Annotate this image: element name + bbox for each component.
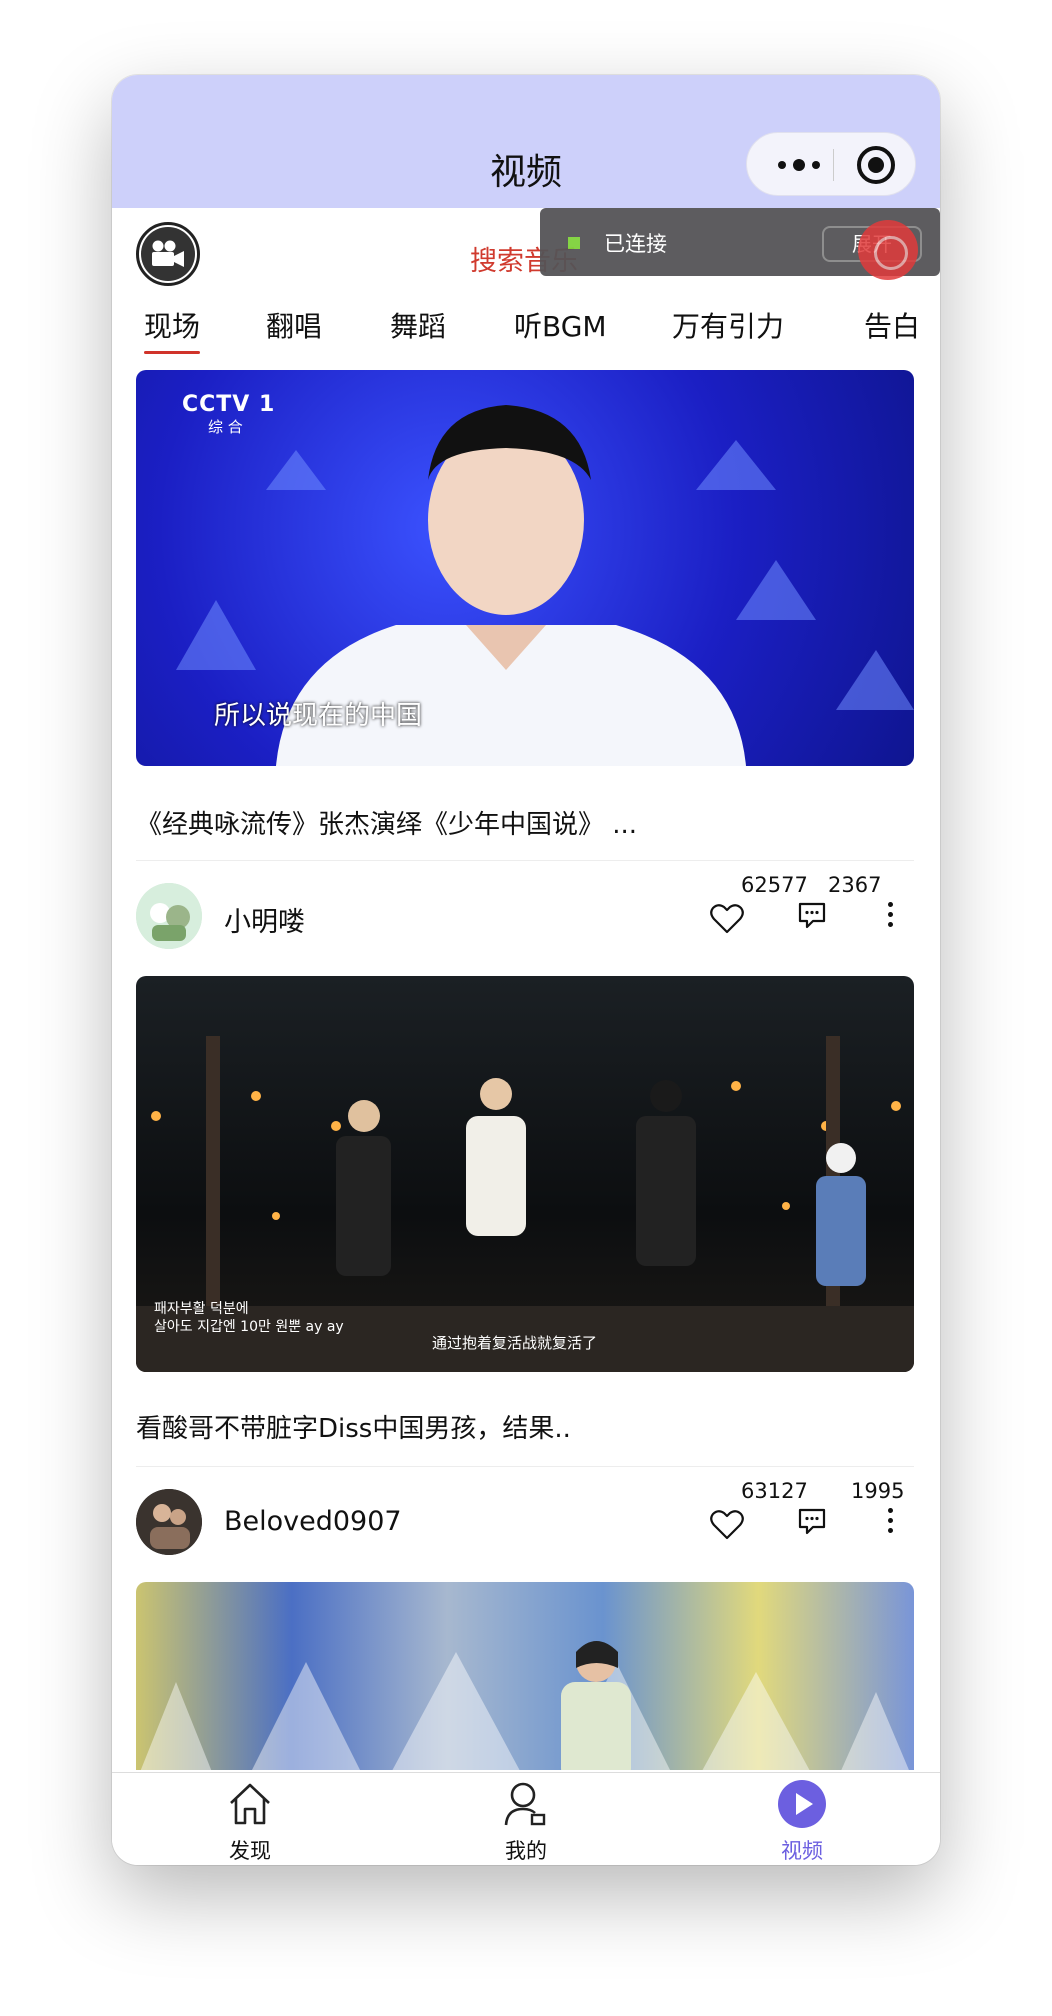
comment-icon[interactable]: [796, 900, 828, 932]
more-vertical-icon[interactable]: [888, 1508, 894, 1538]
tab-gravity[interactable]: 万有引力: [672, 305, 784, 345]
tab-bgm[interactable]: 听BGM: [514, 305, 607, 345]
video-subtitle-overlay: 所以说现在的中国: [214, 701, 423, 731]
user-icon: [504, 1782, 546, 1826]
username[interactable]: Beloved0907: [224, 1506, 402, 1537]
tab-dance[interactable]: 舞蹈: [390, 305, 446, 345]
tab-cover[interactable]: 翻唱: [266, 305, 322, 345]
channel-logo-sub: 综 合: [208, 418, 243, 436]
bottom-tab-bar: 发现 我的 视频: [112, 1772, 940, 1865]
like-count: 63127: [741, 1479, 808, 1503]
tabbar-label: 我的: [505, 1839, 547, 1863]
tab-confession[interactable]: 告白: [864, 305, 920, 345]
avatar-illustration: [136, 883, 202, 949]
comment-icon[interactable]: [796, 1506, 828, 1538]
miniprogram-capsule: [746, 132, 916, 196]
avatar[interactable]: [136, 883, 202, 949]
video-thumbnail[interactable]: 패자부활 덕분에 살아도 지갑엔 10만 원뿐 ay ay 通过抱着复活战就复活…: [136, 976, 914, 1372]
video-camera-icon-inner: [141, 227, 195, 281]
divider: [136, 860, 914, 861]
heart-icon[interactable]: [709, 1509, 745, 1541]
video-subtitle-overlay: 通过抱着复活战就复活了: [432, 1334, 598, 1352]
capsule-divider: [833, 149, 834, 181]
connection-status-text: 已连接: [604, 232, 667, 256]
camera-glyph-icon: [152, 240, 184, 267]
avatar[interactable]: [136, 1489, 202, 1555]
category-tabs: 现场 翻唱 舞蹈 听BGM 万有引力 告白: [112, 305, 940, 365]
tabbar-item-mine[interactable]: 我的: [466, 1779, 586, 1865]
caption-line-2: 살아도 지갑엔 10만 원뿐 ay ay: [154, 1319, 344, 1335]
caption-line-1: 패자부활 덕분에: [154, 1301, 249, 1317]
video-title[interactable]: 看酸哥不带脏字Diss中国男孩，结果..: [136, 1408, 571, 1445]
play-icon: [778, 1780, 826, 1828]
tabbar-label: 发现: [229, 1839, 271, 1863]
video-feed[interactable]: CCTV 1 综 合 所以说现在的中国 《经典咏流传》张杰演绎《少年中国说》 .…: [112, 370, 940, 1770]
avatar-photo: [136, 1489, 202, 1555]
like-count: 62577: [741, 873, 808, 897]
tabbar-item-video[interactable]: 视频: [742, 1779, 862, 1865]
username[interactable]: 小明喽: [224, 900, 305, 939]
video-thumbnail[interactable]: CCTV 1 综 合 所以说现在的中国: [136, 370, 914, 766]
comment-count: 2367: [828, 873, 882, 897]
tab-live[interactable]: 现场: [144, 305, 201, 354]
more-options-button[interactable]: [769, 152, 829, 178]
more-vertical-icon[interactable]: [888, 902, 894, 932]
home-icon: [230, 1783, 270, 1825]
tabbar-item-discover[interactable]: 发现: [190, 1779, 310, 1865]
comment-count: 1995: [851, 1479, 905, 1503]
connection-status-indicator: [568, 237, 580, 249]
heart-icon[interactable]: [709, 903, 745, 935]
close-target-button[interactable]: [857, 146, 895, 184]
channel-logo: CCTV 1: [182, 392, 276, 417]
divider: [136, 1466, 914, 1467]
video-title[interactable]: 《经典咏流传》张杰演绎《少年中国说》 ...: [136, 804, 637, 841]
navigation-bar: 视频: [112, 75, 940, 208]
colorful-stage-graphic: [140, 1641, 909, 1770]
record-floating-button[interactable]: [858, 220, 918, 280]
video-camera-icon[interactable]: [136, 222, 200, 286]
phone-frame: 视频 搜索音乐 已连接 展开 现场 翻唱 舞蹈 听B: [112, 75, 940, 1865]
stage-scene-graphic: [136, 1036, 914, 1372]
video-thumbnail[interactable]: [136, 1582, 914, 1770]
tabbar-label: 视频: [781, 1839, 823, 1863]
